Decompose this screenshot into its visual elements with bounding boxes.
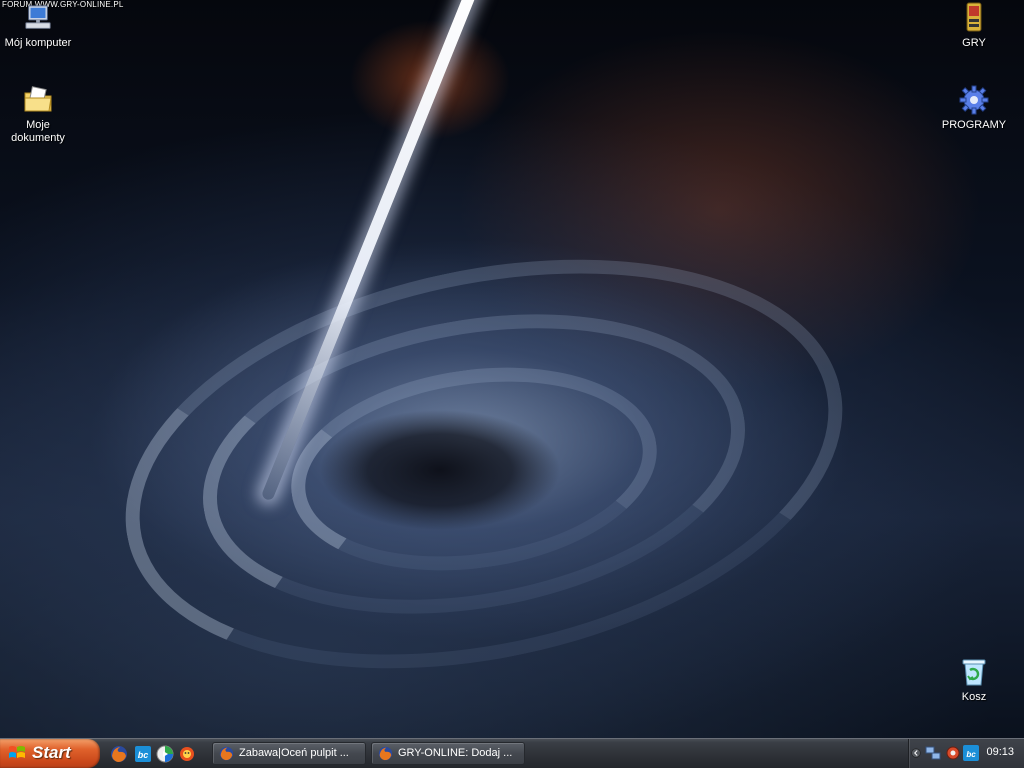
recycle-bin-label: Kosz bbox=[961, 691, 987, 703]
gear-icon[interactable] bbox=[945, 745, 961, 761]
programy-label: PROGRAMY bbox=[941, 119, 1007, 131]
gry-shortcut[interactable]: GRY bbox=[936, 2, 1012, 50]
programy-shortcut[interactable]: PROGRAMY bbox=[936, 84, 1012, 132]
task-button-zabawa[interactable]: Zabawa|Oceń pulpit ... bbox=[212, 742, 366, 765]
chevron-left-icon[interactable] bbox=[911, 745, 921, 761]
svg-text:bc: bc bbox=[966, 750, 976, 759]
messenger-icon[interactable] bbox=[178, 745, 196, 763]
my-documents-label: Moje dokumenty bbox=[11, 119, 65, 144]
my-computer-label: Mój komputer bbox=[4, 37, 72, 49]
gear-icon bbox=[959, 85, 989, 115]
media-player-icon[interactable] bbox=[156, 745, 174, 763]
task-button-gry-online[interactable]: GRY-ONLINE: Dodaj ... bbox=[371, 742, 525, 765]
desktop[interactable]: FORUM WWW.GRY-ONLINE.PL Mój komputer Moj… bbox=[0, 0, 1024, 738]
task-button-label: GRY-ONLINE: Dodaj ... bbox=[398, 747, 513, 759]
computer-icon bbox=[25, 5, 51, 29]
gry-label: GRY bbox=[962, 37, 986, 49]
taskbar: Start bc Zabawa|Oceń pulpit ... GRY-ONLI… bbox=[0, 738, 1024, 768]
my-documents-shortcut[interactable]: Moje dokumenty bbox=[0, 84, 76, 145]
bc-icon[interactable]: bc bbox=[134, 745, 152, 763]
my-computer-shortcut[interactable]: Mój komputer bbox=[0, 4, 76, 50]
start-label: Start bbox=[32, 743, 71, 762]
start-button[interactable]: Start bbox=[0, 739, 100, 768]
firefox-icon[interactable] bbox=[110, 745, 128, 763]
task-button-label: Zabawa|Oceń pulpit ... bbox=[239, 747, 349, 759]
recycle-bin-shortcut[interactable]: Kosz bbox=[936, 656, 1012, 704]
game-cartridge-icon bbox=[966, 2, 982, 32]
clock[interactable]: 09:13 bbox=[986, 746, 1014, 758]
windows-logo-icon bbox=[9, 746, 25, 758]
system-tray: bc 09:13 bbox=[908, 739, 1024, 768]
svg-text:bc: bc bbox=[138, 750, 149, 760]
firefox-icon bbox=[219, 746, 234, 761]
bc-icon[interactable]: bc bbox=[963, 745, 979, 761]
network-icon[interactable] bbox=[925, 745, 941, 761]
recycle-bin-icon bbox=[962, 659, 986, 686]
firefox-icon bbox=[378, 746, 393, 761]
folder-icon bbox=[24, 86, 52, 112]
